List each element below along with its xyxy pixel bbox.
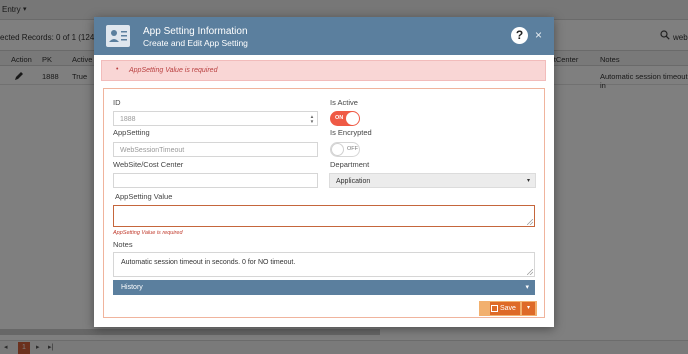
is-active-toggle[interactable]: ON [330,111,360,126]
history-label: History [121,284,143,291]
floppy-disk-icon [491,305,498,312]
help-icon[interactable]: ? [511,27,528,44]
website-field[interactable] [113,173,318,188]
appsetting-field[interactable]: WebSessionTimeout [113,142,318,157]
toggle-on-text: ON [335,115,344,121]
appsetting-value: WebSessionTimeout [120,147,185,154]
save-label: Save [500,305,516,312]
toggle-knob [331,143,344,156]
notes-field[interactable]: Automatic session timeout in seconds. 0 … [113,252,535,277]
resize-handle-icon[interactable] [527,219,533,225]
is-encrypted-label: Is Encrypted [330,128,372,137]
appsetting-value-label: AppSetting Value [115,192,173,201]
department-label: Department [330,160,370,169]
chevron-down-icon: ▾ [525,284,529,291]
id-stepper[interactable]: ▲ ▼ [308,114,316,125]
save-button[interactable]: Save [490,302,520,315]
id-field[interactable]: 1888 ▲ ▼ [113,111,318,126]
validation-alert: • AppSetting Value is required [101,60,546,81]
alert-bullet: • [116,66,119,73]
department-select[interactable]: Application ▾ [329,173,536,188]
modal-header: App Setting Information Create and Edit … [94,17,554,55]
appsetting-value-error: AppSetting Value is required [113,230,183,236]
id-label: ID [113,98,121,107]
close-icon[interactable]: × [535,28,542,42]
form-icon [106,25,130,47]
appsetting-value-field[interactable] [113,205,535,227]
id-value: 1888 [120,116,136,123]
chevron-down-icon: ▾ [526,178,530,184]
is-active-label: Is Active [330,98,358,107]
toggle-off-text: OFF [347,146,358,152]
modal-title: App Setting Information [143,26,248,37]
notes-value: Automatic session timeout in seconds. 0 … [121,259,296,266]
is-encrypted-toggle[interactable]: OFF [330,142,360,157]
modal-subtitle: Create and Edit App Setting [143,38,248,48]
website-label: WebSite/Cost Center [113,160,184,169]
alert-message: AppSetting Value is required [129,67,218,74]
history-panel-toggle[interactable]: History ▾ [113,280,535,295]
notes-label: Notes [113,240,133,249]
appsetting-label: AppSetting [113,128,150,137]
resize-handle-icon[interactable] [527,269,533,275]
save-options-dropdown[interactable]: ▾ [522,302,535,315]
toggle-knob [346,112,359,125]
app-setting-form: ID 1888 ▲ ▼ Is Active ON AppSetting WebSe… [103,88,545,318]
department-value: Application [336,178,371,185]
app-setting-modal: App Setting Information Create and Edit … [94,17,554,327]
